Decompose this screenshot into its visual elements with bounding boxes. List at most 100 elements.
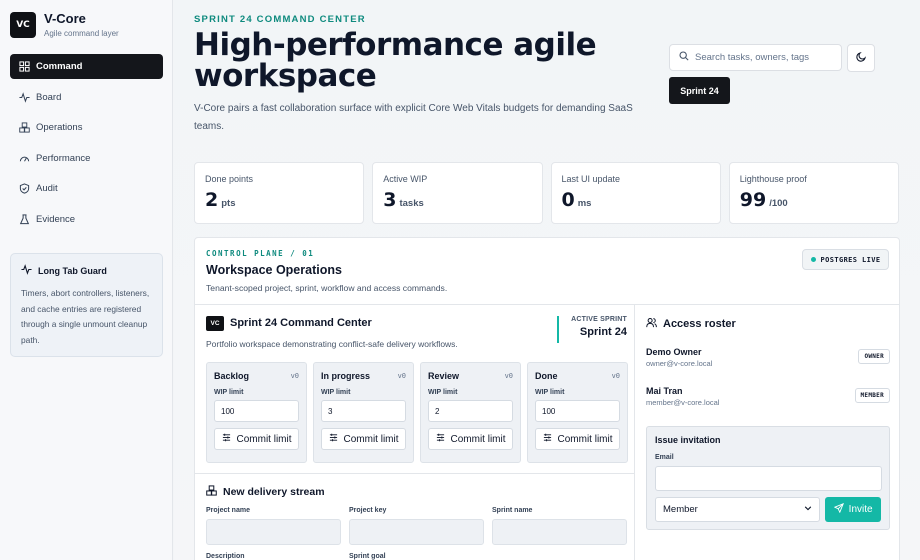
lane-version: v0 [397, 372, 406, 380]
wip-limit-input[interactable]: 100 [214, 400, 299, 422]
sprint-name-input[interactable] [492, 519, 627, 545]
guard-text: Timers, abort controllers, listeners, an… [21, 288, 150, 345]
pulse-icon [18, 91, 30, 103]
page-eyebrow: SPRINT 24 COMMAND CENTER [194, 14, 366, 25]
commit-limit-button[interactable]: Commit limit [214, 428, 299, 450]
main-content: SPRINT 24 COMMAND CENTER High-performanc… [174, 0, 920, 560]
pulse-icon [21, 264, 32, 277]
sliders-icon [543, 433, 552, 445]
stat-value: 3 [383, 189, 397, 211]
sidebar-item-label: Audit [36, 183, 58, 195]
stat-label: Done points [205, 174, 254, 184]
workflow-board: Backlog v0 WIP limit 100 Commit limit In … [206, 362, 628, 463]
sidebar-item-evidence[interactable]: Evidence [10, 207, 163, 232]
panel-title: Workspace Operations [206, 263, 342, 277]
lane-backlog: Backlog v0 WIP limit 100 Commit limit [206, 362, 307, 463]
commit-limit-label: Commit limit [236, 433, 292, 445]
panel-eyebrow: CONTROL PLANE / 01 [206, 249, 315, 258]
command-center-description: Portfolio workspace demonstrating confli… [206, 339, 458, 349]
project-key-input[interactable] [349, 519, 484, 545]
gauge-icon [18, 152, 30, 164]
description-label: Description [206, 553, 245, 560]
status-badge-label: POSTGRES LIVE [820, 255, 881, 264]
lane-version: v0 [504, 372, 513, 380]
delivery-stream-form: Project name Project key Sprint name [206, 507, 627, 545]
role-select-value: Member [663, 504, 698, 515]
long-tab-guard-card: Long Tab Guard Timers, abort controllers… [10, 253, 163, 357]
sidebar-item-label: Operations [36, 122, 83, 134]
wip-limit-input[interactable]: 3 [321, 400, 406, 422]
sidebar-nav: Command Board Operations Performance Aud… [10, 54, 163, 238]
commit-limit-label: Commit limit [450, 433, 506, 445]
issue-invitation-form: Issue invitation Email Member Invite [646, 426, 890, 530]
sprint-goal-label: Sprint goal [349, 553, 386, 560]
search-icon [679, 51, 689, 64]
stat-label: Lighthouse proof [739, 174, 807, 184]
boxes-icon [18, 122, 30, 134]
stat-unit: tasks [399, 198, 424, 209]
member-email: member@v-core.local [646, 398, 720, 407]
active-sprint-label: ACTIVE SPRINT [571, 316, 627, 323]
access-roster-title: Access roster [646, 317, 736, 331]
active-sprint: ACTIVE SPRINT Sprint 24 [557, 316, 627, 343]
sliders-icon [329, 433, 338, 445]
commit-limit-button[interactable]: Commit limit [535, 428, 620, 450]
lane-review: Review v0 WIP limit 2 Commit limit [420, 362, 521, 463]
brand[interactable]: VC V-Core Agile command layer [10, 12, 119, 38]
sidebar-item-command[interactable]: Command [10, 54, 163, 79]
role-badge: OWNER [858, 349, 890, 364]
brand-subtitle: Agile command layer [44, 29, 119, 38]
stat-card: Lighthouse proof 99/100 [728, 162, 899, 224]
email-field[interactable] [655, 466, 882, 491]
commit-limit-button[interactable]: Commit limit [321, 428, 406, 450]
stat-unit: ms [577, 198, 592, 209]
invite-button[interactable]: Invite [825, 497, 881, 522]
sidebar-item-label: Command [36, 61, 83, 72]
wip-label: WIP limit [321, 389, 351, 396]
stats-row: Done points 2 pts Active WIP 3 tasks Last … [194, 162, 899, 224]
access-roster-title-text: Access roster [663, 318, 736, 330]
stat-unit: pts [221, 198, 236, 209]
member-name: Demo Owner [646, 347, 702, 357]
role-select[interactable]: Member [655, 497, 821, 522]
commit-limit-label: Commit limit [557, 433, 613, 445]
sidebar-item-audit[interactable]: Audit [10, 176, 163, 201]
sliders-icon [436, 433, 445, 445]
stat-value: 99 [739, 189, 767, 211]
stat-label: Active WIP [383, 174, 428, 184]
divider [634, 304, 635, 560]
search-input[interactable]: Search tasks, owners, tags [669, 44, 842, 71]
search-placeholder: Search tasks, owners, tags [695, 52, 810, 63]
wip-label: WIP limit [214, 389, 244, 396]
sprint-button[interactable]: Sprint 24 [669, 77, 730, 104]
roster-member: Demo Owner owner@v-core.local OWNER [646, 347, 890, 368]
email-label: Email [655, 454, 674, 461]
delivery-stream-title-text: New delivery stream [223, 486, 325, 498]
stat-card: Last UI update 0 ms [550, 162, 721, 224]
member-email: owner@v-core.local [646, 359, 713, 368]
sidebar-item-performance[interactable]: Performance [10, 146, 163, 171]
commit-limit-label: Commit limit [343, 433, 399, 445]
wip-limit-input[interactable]: 100 [535, 400, 620, 422]
stat-value: 2 [205, 189, 219, 211]
commit-limit-button[interactable]: Commit limit [428, 428, 513, 450]
stat-card: Done points 2 pts [194, 162, 365, 224]
sidebar-item-board[interactable]: Board [10, 85, 163, 110]
project-name-input[interactable] [206, 519, 341, 545]
users-icon [646, 317, 657, 331]
wip-label: WIP limit [535, 389, 565, 396]
stat-label: Last UI update [561, 174, 621, 184]
lane-version: v0 [611, 372, 620, 380]
project-badge: VC [206, 316, 224, 331]
theme-toggle-button[interactable] [847, 44, 875, 72]
lane-name: In progress [321, 371, 371, 381]
flask-icon [18, 213, 30, 225]
wip-limit-input[interactable]: 2 [428, 400, 513, 422]
guard-title: Long Tab Guard [21, 264, 152, 277]
page-description: V-Core pairs a fast collaboration surfac… [194, 103, 633, 132]
sidebar-item-operations[interactable]: Operations [10, 115, 163, 140]
panel-description: Tenant-scoped project, sprint, workflow … [206, 283, 448, 293]
delivery-stream-title: New delivery stream [206, 485, 325, 499]
project-key-label: Project key [349, 507, 387, 514]
lane-name: Backlog [214, 371, 250, 381]
